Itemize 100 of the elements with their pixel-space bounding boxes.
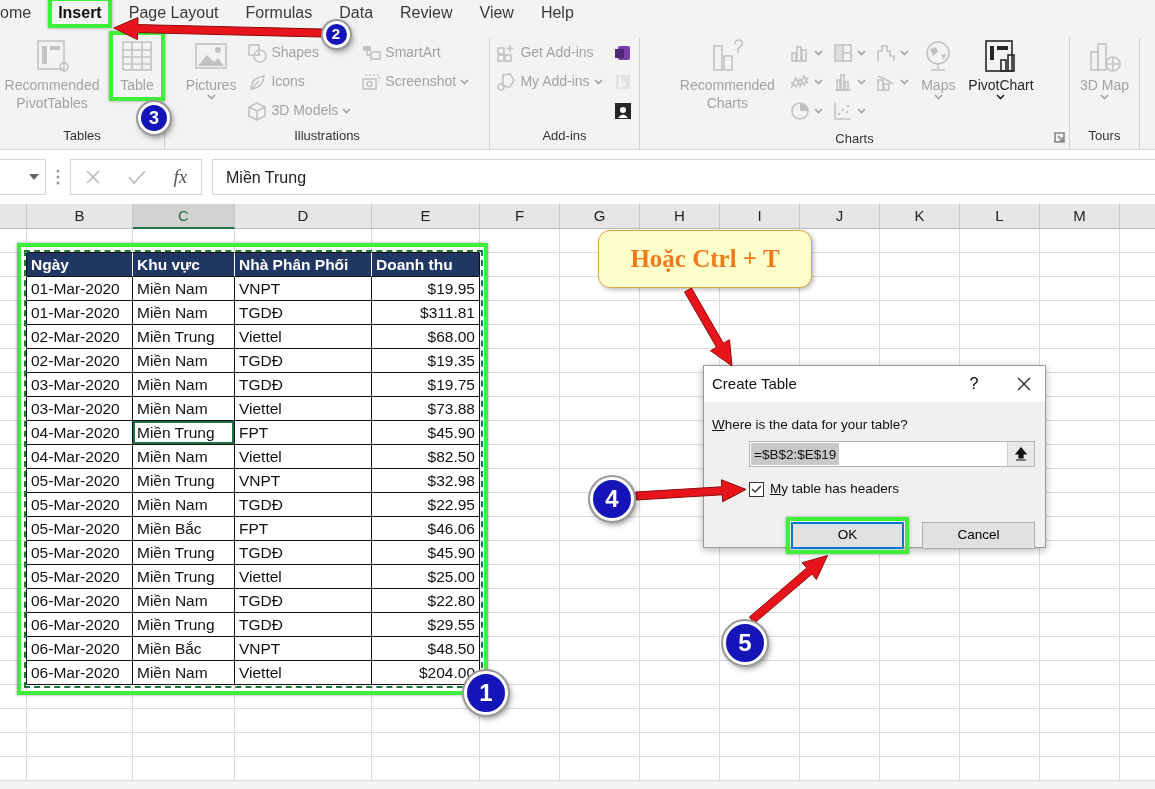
column-letter[interactable]: D <box>235 204 372 229</box>
table-cell: $22.80 <box>372 589 480 613</box>
table-cell: Viettel <box>235 397 372 421</box>
dialog-button[interactable]: OK <box>791 521 904 549</box>
table-header-cell: Ngày <box>27 253 133 277</box>
dropdown-icon <box>29 174 39 180</box>
table-cell: 01-Mar-2020 <box>27 277 133 301</box>
table-grid-icon <box>119 38 155 74</box>
checkmark-icon <box>128 169 147 185</box>
table-cell: 02-Mar-2020 <box>27 325 133 349</box>
table-cell: TGDĐ <box>235 349 372 373</box>
table-cell: 04-Mar-2020 <box>27 421 133 445</box>
dialog-button[interactable]: Cancel <box>922 521 1035 549</box>
table-cell: VNPT <box>235 277 372 301</box>
group-label: Tables <box>63 127 101 145</box>
group-label: Add-ins <box>542 127 587 145</box>
checkbox-label: My table has headers <box>770 480 900 499</box>
scatter-chart-icon <box>833 100 854 121</box>
checkmark-icon <box>751 484 762 494</box>
ribbon-tab[interactable]: Page Layout <box>128 1 219 24</box>
table-cell: Miền Trung <box>133 469 235 493</box>
column-letter[interactable]: J <box>800 204 880 229</box>
table-cell: Miền Trung <box>133 613 235 637</box>
help-button[interactable]: ? <box>959 371 989 397</box>
person-card-icon <box>612 100 633 121</box>
column-letter[interactable]: E <box>372 204 480 229</box>
column-letter[interactable]: L <box>960 204 1040 229</box>
table-cell: 02-Mar-2020 <box>27 349 133 373</box>
pie-chart-icon <box>790 100 811 121</box>
table-cell: $68.00 <box>372 325 480 349</box>
table-cell: Viettel <box>235 661 372 685</box>
step-badge: 2 <box>322 20 350 48</box>
table-cell: Miền Trung <box>133 421 235 445</box>
table-cell: Miền Nam <box>133 373 235 397</box>
table-cell: 05-Mar-2020 <box>27 469 133 493</box>
table-cell: $29.55 <box>372 613 480 637</box>
ribbon-tab[interactable]: Help <box>540 1 574 24</box>
table-cell: Viettel <box>235 445 372 469</box>
table-cell: $82.50 <box>372 445 480 469</box>
field-label: Where is the data for your table? <box>712 417 908 432</box>
add-grid-icon <box>496 42 517 63</box>
column-letter[interactable]: K <box>880 204 960 229</box>
table-cell: VNPT <box>235 469 372 493</box>
table-cell: $19.95 <box>372 277 480 301</box>
table-cell: FPT <box>235 517 372 541</box>
treemap-icon <box>833 42 854 63</box>
table-cell: 01-Mar-2020 <box>27 301 133 325</box>
ribbon-tab[interactable]: Insert <box>58 1 102 24</box>
ribbon-tab[interactable]: Review <box>400 1 453 24</box>
table-header-cell: Doanh thu <box>372 253 480 277</box>
table-header-cell: Nhà Phân Phối <box>235 253 372 277</box>
table-cell: 05-Mar-2020 <box>27 541 133 565</box>
table-cell: 05-Mar-2020 <box>27 565 133 589</box>
step-badge: 5 <box>723 621 767 665</box>
column-letter[interactable]: I <box>720 204 800 229</box>
column-letter[interactable]: B <box>27 204 133 229</box>
histogram-icon <box>833 71 854 92</box>
step-badge: 4 <box>590 477 634 521</box>
hexagon-icon <box>496 71 517 92</box>
group-label: Tours <box>1088 127 1121 145</box>
column-letter[interactable]: C <box>133 204 235 229</box>
table-cell: 04-Mar-2020 <box>27 445 133 469</box>
table-cell: TGDĐ <box>235 373 372 397</box>
ribbon-tab[interactable]: Formulas <box>245 1 313 24</box>
insert-function-button[interactable]: fx <box>173 162 188 192</box>
formula-input[interactable]: Miền Trung <box>212 159 1155 195</box>
shapes-icon <box>247 42 268 63</box>
column-letter[interactable]: M <box>1040 204 1120 229</box>
table-cell: $48.50 <box>372 637 480 661</box>
cube-icon <box>247 100 268 121</box>
table-cell: $19.35 <box>372 349 480 373</box>
pivot-table-icon <box>34 38 70 74</box>
table-cell: Miền Bắc <box>133 517 235 541</box>
table-cell: Miền Nam <box>133 445 235 469</box>
checkbox[interactable] <box>749 481 764 497</box>
table-cell: 03-Mar-2020 <box>27 373 133 397</box>
column-letter[interactable]: G <box>560 204 640 229</box>
table-cell: Viettel <box>235 565 372 589</box>
ribbon-tab[interactable]: ome <box>0 1 32 24</box>
ribbon-tab[interactable]: View <box>479 1 514 24</box>
table-cell: $45.90 <box>372 541 480 565</box>
table-cell: Miền Nam <box>133 493 235 517</box>
ribbon-button[interactable]: PivotChart <box>965 38 1037 100</box>
name-box[interactable] <box>0 159 46 195</box>
column-letter[interactable]: F <box>480 204 560 229</box>
table-cell: 03-Mar-2020 <box>27 397 133 421</box>
table-cell: 06-Mar-2020 <box>27 661 133 685</box>
table-header-cell: Khu vực <box>133 253 235 277</box>
group-label: Illustrations <box>294 127 360 145</box>
table-cell: Miền Trung <box>133 565 235 589</box>
column-letter[interactable]: H <box>640 204 720 229</box>
table-cell: FPT <box>235 421 372 445</box>
dialog-launcher-icon <box>1054 132 1065 143</box>
table-cell: $73.88 <box>372 397 480 421</box>
waterfall-chart-icon <box>876 42 897 63</box>
table-cell: Miền Nam <box>133 349 235 373</box>
camera-icon <box>361 71 382 92</box>
table-cell: TGDĐ <box>235 301 372 325</box>
table-cell: TGDĐ <box>235 613 372 637</box>
close-icon <box>84 169 101 185</box>
